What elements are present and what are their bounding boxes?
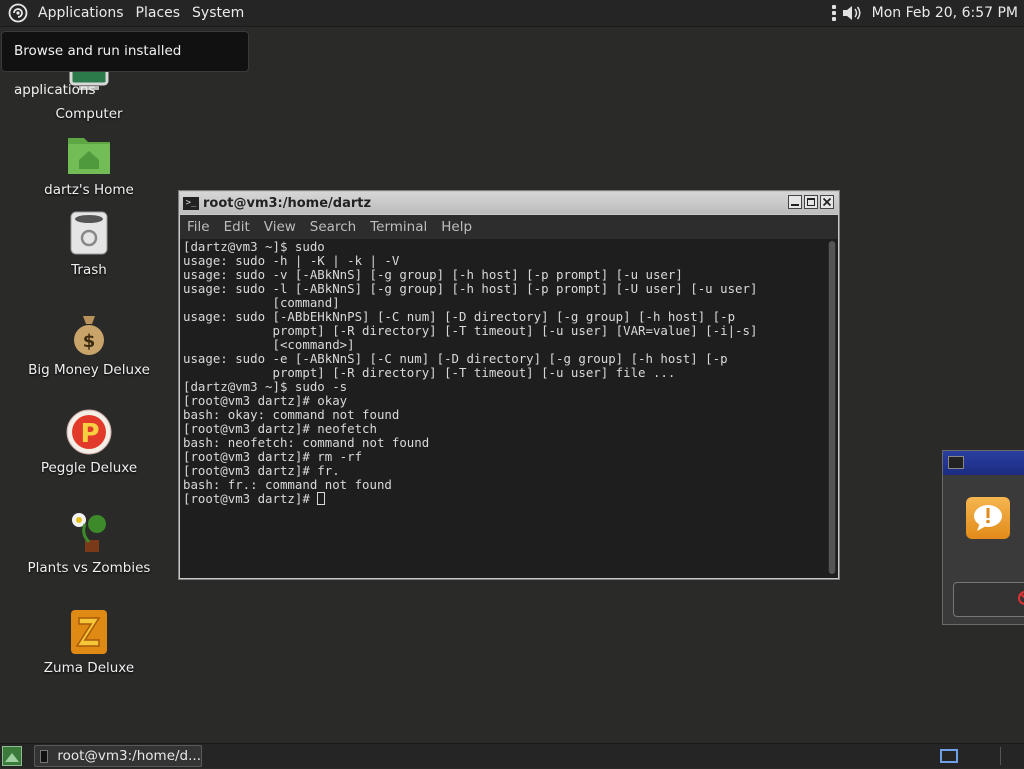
panel-separator <box>1000 747 1001 765</box>
window-controls <box>788 195 834 209</box>
terminal-icon <box>948 456 964 469</box>
menu-file[interactable]: File <box>180 219 217 235</box>
terminal-cursor <box>317 492 326 505</box>
terminal-output: [dartz@vm3 ~]$ sudo usage: sudo -h | -K … <box>183 240 757 506</box>
stop-icon <box>1018 591 1024 605</box>
workspace-switcher-icon[interactable] <box>940 749 958 763</box>
warning-icon <box>966 497 1010 539</box>
dialog-titlebar[interactable] <box>943 451 1024 475</box>
menu-view[interactable]: View <box>257 219 303 235</box>
desktop-icon-big-money[interactable]: $ Big Money Deluxe <box>9 310 169 378</box>
desktop-icon-label: Trash <box>71 262 107 278</box>
alert-dialog[interactable] <box>942 450 1024 625</box>
menu-terminal[interactable]: Terminal <box>363 219 434 235</box>
system-menu[interactable]: System <box>186 0 250 26</box>
desktop-icon-plants-vs-zombies[interactable]: Plants vs Zombies <box>9 508 169 576</box>
taskbar-window-label: root@vm3:/home/d... <box>57 748 201 764</box>
minimize-button[interactable] <box>788 195 802 209</box>
desktop-icon-label: Plants vs Zombies <box>27 560 151 576</box>
menu-edit[interactable]: Edit <box>217 219 257 235</box>
terminal-text: [dartz@vm3 ~]$ sudo usage: sudo -h | -K … <box>183 239 758 506</box>
terminal-icon <box>40 749 49 763</box>
terminal-titlebar[interactable]: >_ root@vm3:/home/dartz <box>180 192 838 214</box>
desktop-icon-trash[interactable]: Trash <box>9 210 169 278</box>
terminal-icon: >_ <box>183 196 199 210</box>
panel-menu-bar: Applications Places System <box>0 0 250 26</box>
distro-logo-icon[interactable] <box>8 3 28 23</box>
close-button[interactable] <box>820 195 834 209</box>
panel-tray: Mon Feb 20, 6:57 PM <box>831 0 1024 26</box>
top-panel: Applications Places System Mon Feb 20, 6… <box>0 0 1024 27</box>
desktop-icon-label: Big Money Deluxe <box>28 362 150 378</box>
dialog-cancel-button[interactable] <box>953 582 1024 617</box>
desktop-icon-home[interactable]: dartz's Home <box>9 130 169 198</box>
peggle-icon: P <box>65 408 113 456</box>
svg-text:$: $ <box>83 331 96 352</box>
window-title: root@vm3:/home/dartz <box>203 195 372 211</box>
trash-icon <box>65 210 113 258</box>
bottom-panel: root@vm3:/home/d... <box>0 743 1024 768</box>
menu-help[interactable]: Help <box>434 219 479 235</box>
zuma-icon <box>65 608 113 656</box>
desktop-icon-zuma[interactable]: Zuma Deluxe <box>9 608 169 676</box>
terminal-scrollbar[interactable] <box>828 241 836 574</box>
show-desktop-icon[interactable] <box>2 746 22 766</box>
desktop-icon-label: dartz's Home <box>44 182 134 198</box>
places-menu[interactable]: Places <box>130 0 187 26</box>
terminal-menubar: File Edit View Search Terminal Help <box>180 215 838 239</box>
clock[interactable]: Mon Feb 20, 6:57 PM <box>862 5 1024 21</box>
tray-overflow-icon[interactable] <box>831 5 836 21</box>
taskbar-window-button[interactable]: root@vm3:/home/d... <box>34 745 202 767</box>
menu-search[interactable]: Search <box>303 219 363 235</box>
volume-icon[interactable] <box>842 5 862 21</box>
maximize-button[interactable] <box>804 195 818 209</box>
desktop-icon-peggle[interactable]: P Peggle Deluxe <box>9 408 169 476</box>
money-bag-icon: $ <box>65 310 113 358</box>
desktop-icon-label: Zuma Deluxe <box>43 660 135 676</box>
tooltip: Browse and run installed applications <box>1 31 249 98</box>
terminal-body[interactable]: [dartz@vm3 ~]$ sudo usage: sudo -h | -K … <box>180 239 838 578</box>
terminal-window[interactable]: >_ root@vm3:/home/dartz File Edit View S… <box>178 190 840 580</box>
scrollbar-thumb[interactable] <box>829 241 835 574</box>
svg-text:P: P <box>80 419 99 449</box>
desktop-icon-label: Peggle Deluxe <box>40 460 138 476</box>
home-folder-icon <box>65 130 113 178</box>
close-icon <box>822 197 832 207</box>
plant-icon <box>65 508 113 556</box>
applications-menu[interactable]: Applications <box>32 0 130 26</box>
